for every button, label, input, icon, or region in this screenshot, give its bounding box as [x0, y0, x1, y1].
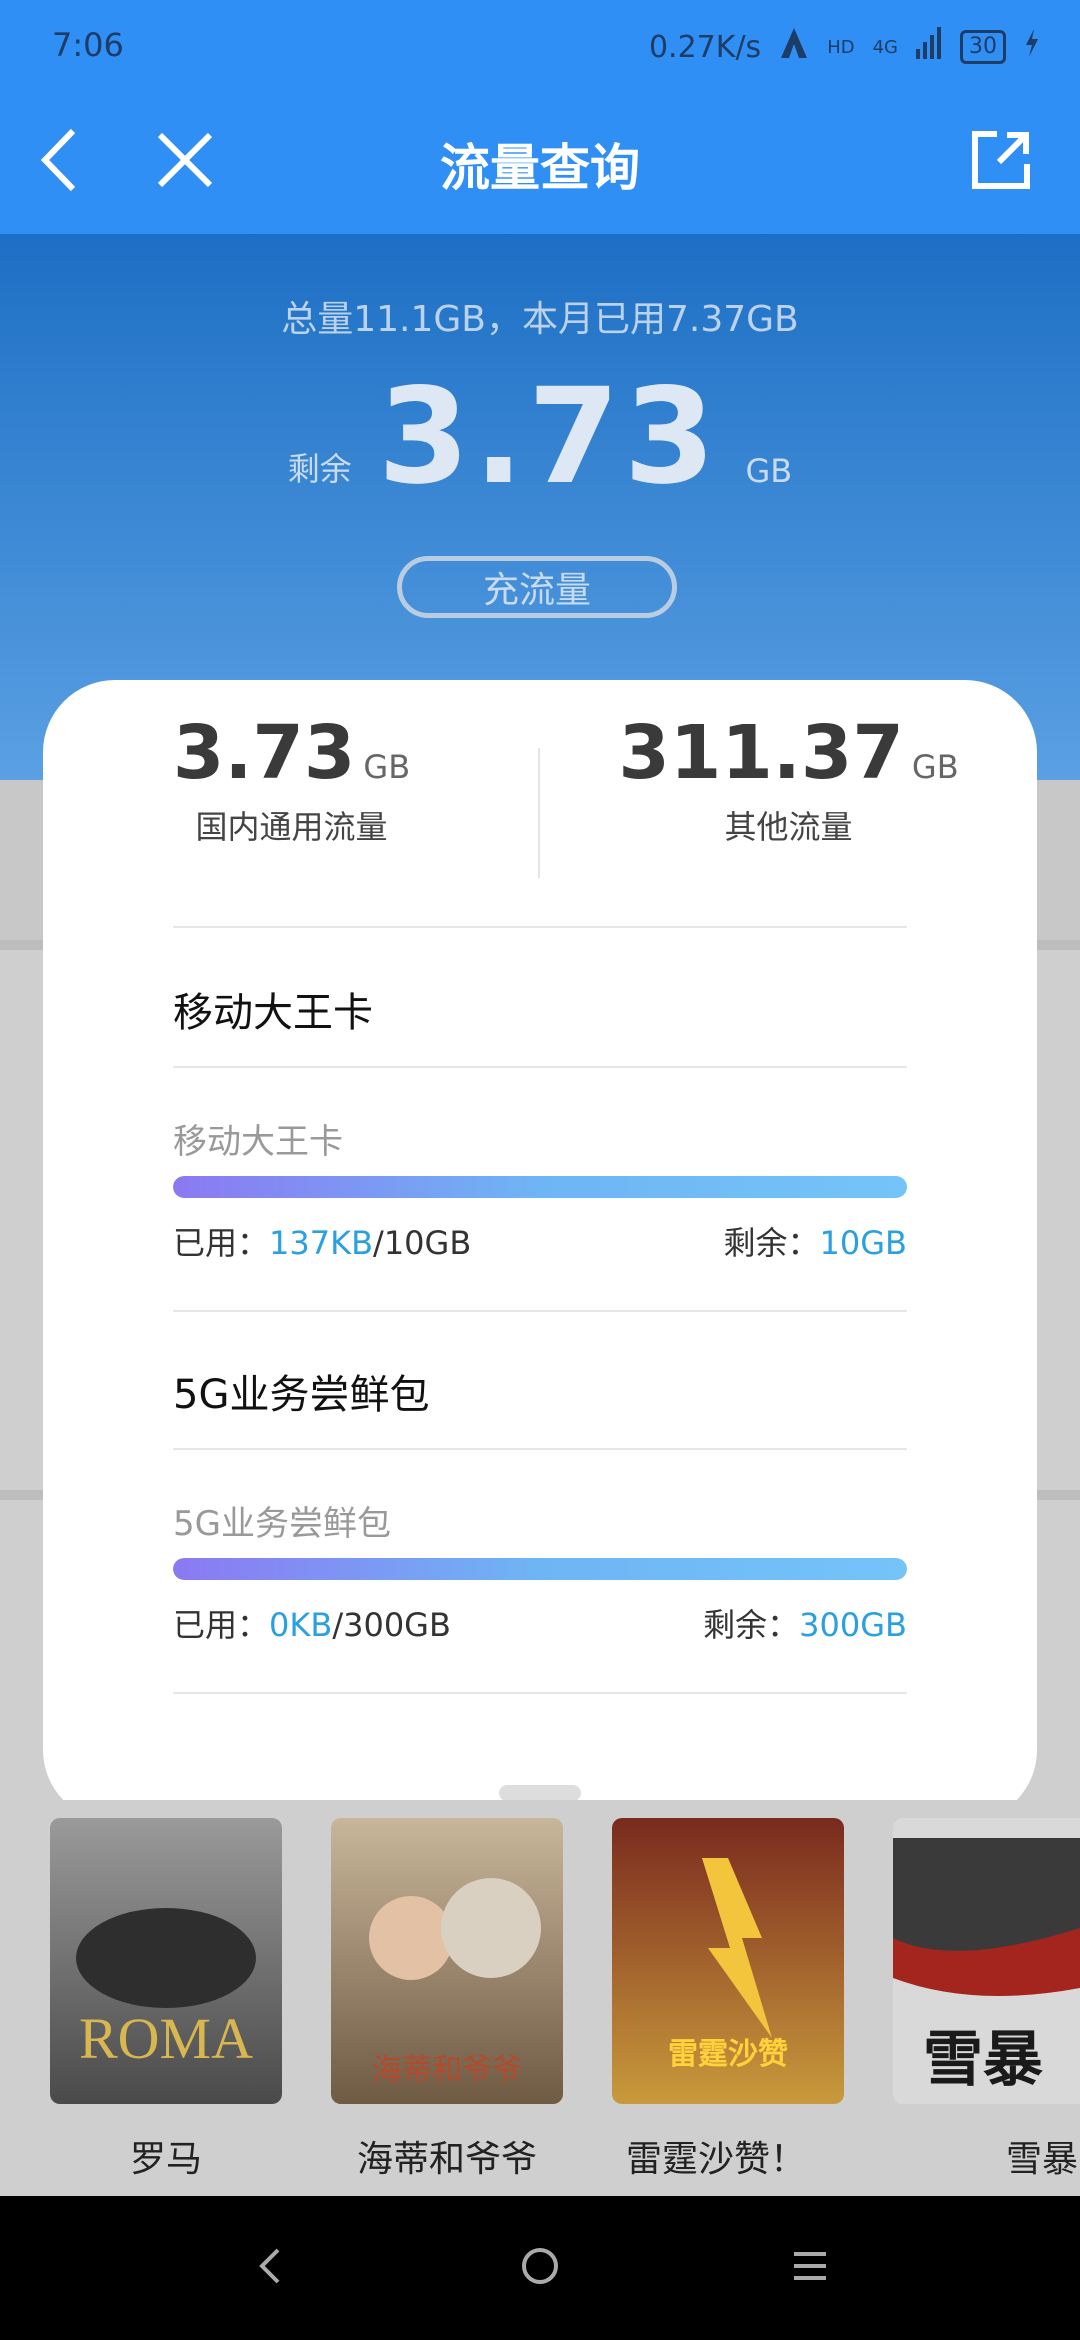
package-subtitle: 5G业务尝鲜包	[173, 1504, 391, 1544]
used-label: 已用：	[173, 1224, 270, 1262]
data-stats: 3.73 GB 国内通用流量 311.37 GB 其他流量	[43, 710, 1037, 878]
data-detail-card: 3.73 GB 国内通用流量 311.37 GB 其他流量 移动大王卡 移动大王卡 …	[43, 680, 1037, 1822]
divider	[173, 1448, 907, 1450]
usage-bar-fill	[173, 1558, 907, 1580]
used-total: /10GB	[373, 1224, 472, 1262]
status-right: 0.27K/s HD 4G 30	[649, 26, 1040, 68]
app-toolbar: 流量查询	[0, 92, 1080, 234]
usage-bar-fill	[173, 1176, 907, 1198]
external-link-icon	[971, 130, 1031, 194]
card-drag-handle[interactable]	[499, 1785, 581, 1801]
movie-poster[interactable]: 雪暴	[893, 1818, 1080, 2104]
used-value: 137KB	[269, 1224, 374, 1262]
share-button[interactable]	[966, 127, 1036, 197]
nav-home-button[interactable]	[508, 2236, 572, 2300]
other-data-stat: 311.37 GB 其他流量	[540, 710, 1037, 848]
remaining-label: 剩余	[287, 450, 352, 488]
stat-unit: GB	[911, 748, 959, 786]
divider	[173, 926, 907, 928]
package-title: 5G业务尝鲜包	[173, 1372, 430, 1418]
movie-poster[interactable]: 雷霆沙赞	[612, 1818, 844, 2104]
remain-value: 10GB	[819, 1224, 907, 1262]
remain-label: 剩余：	[703, 1606, 800, 1644]
recharge-button[interactable]: 充流量	[397, 556, 677, 618]
used-value: 0KB	[269, 1606, 333, 1644]
poster-text: 海蒂和爷爷	[372, 2053, 522, 2088]
movie-title[interactable]: 罗马	[36, 2130, 296, 2182]
package-subtitle: 移动大王卡	[173, 1122, 343, 1162]
battery-indicator: 30	[960, 30, 1006, 64]
signal-icon	[916, 27, 942, 67]
nav-menu-icon	[792, 2250, 828, 2286]
remaining-info: 剩余：300GB	[703, 1600, 907, 1646]
nav-home-icon	[520, 2246, 560, 2290]
stat-unit: GB	[363, 748, 411, 786]
movie-poster[interactable]: 海蒂和爷爷	[331, 1818, 563, 2104]
poster-text: 雪暴	[923, 2025, 1043, 2095]
movie-title[interactable]: 雪暴	[878, 2130, 1078, 2182]
movie-title[interactable]: 雷霆沙赞！	[586, 2130, 846, 2182]
used-total: /300GB	[332, 1606, 451, 1644]
remaining-row: 剩余 3.73 GB	[0, 360, 1080, 514]
remaining-info: 剩余：10GB	[724, 1218, 907, 1264]
stat-label: 其他流量	[724, 808, 853, 846]
stat-value: 311.37	[618, 710, 904, 796]
hd-label: HD	[827, 36, 855, 58]
divider	[173, 1692, 907, 1694]
divider	[173, 1310, 907, 1312]
status-bar: 7:06 0.27K/s HD 4G 30	[0, 0, 1080, 92]
network-speed: 0.27K/s	[648, 29, 762, 65]
total-usage-text: 总量11.1GB，本月已用7.37GB	[281, 299, 799, 340]
poster-text: ROMA	[79, 2006, 253, 2071]
package-title: 移动大王卡	[173, 990, 373, 1036]
divider	[173, 1066, 907, 1068]
network-type: 4G	[872, 36, 898, 58]
package-usage-row: 已用：0KB/300GB 剩余：300GB	[173, 1600, 907, 1646]
page-title: 流量查询	[440, 139, 640, 197]
data-saver-icon	[779, 26, 809, 68]
movie-title[interactable]: 海蒂和爷爷	[317, 2130, 577, 2182]
system-nav-bar	[0, 2196, 1080, 2340]
domestic-data-stat: 3.73 GB 国内通用流量	[43, 710, 540, 848]
remain-label: 剩余：	[723, 1224, 820, 1262]
package-usage-bar	[173, 1558, 907, 1580]
used-label: 已用：	[173, 1606, 270, 1644]
package-usage-row: 已用：137KB/10GB 剩余：10GB	[173, 1218, 907, 1264]
movie-poster[interactable]: ROMA	[50, 1818, 282, 2104]
poster-text: 雷霆沙赞	[668, 2037, 788, 2072]
stat-label: 国内通用流量	[195, 808, 388, 846]
nav-menu-button[interactable]	[778, 2236, 842, 2300]
remain-value: 300GB	[799, 1606, 907, 1644]
remaining-unit: GB	[745, 452, 793, 490]
nav-back-icon	[258, 2246, 282, 2290]
status-time: 7:06	[52, 26, 124, 64]
movie-list: ROMA 罗马 海蒂和爷爷 海蒂和爷爷 雷霆沙赞 雷霆沙赞！ 雪暴 雪暴	[0, 1800, 1080, 2196]
charging-icon	[1024, 29, 1040, 65]
nav-back-button[interactable]	[238, 2236, 302, 2300]
stat-value: 3.73	[172, 710, 356, 796]
package-usage-bar	[173, 1176, 907, 1198]
remaining-value: 3.73	[377, 360, 720, 514]
